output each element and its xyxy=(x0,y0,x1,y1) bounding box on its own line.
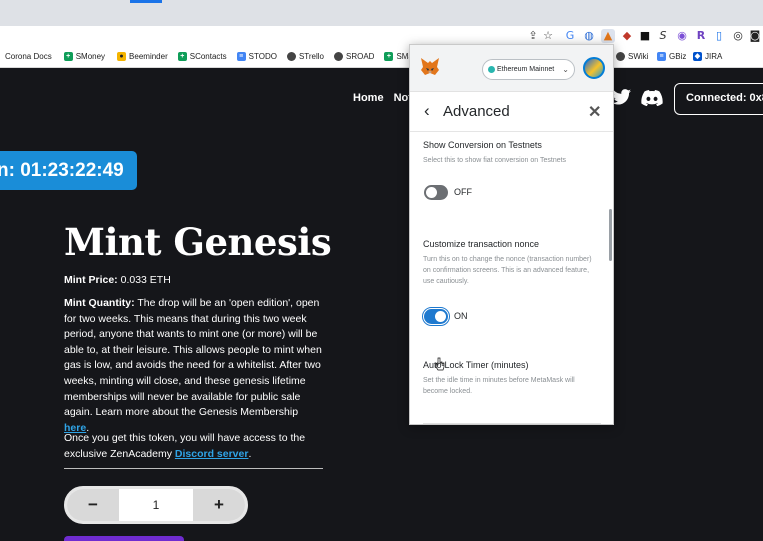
sheet-icon: + xyxy=(177,52,187,61)
bookmark-label: JIRA xyxy=(705,52,723,61)
bookmark-smoney[interactable]: + SMoney xyxy=(63,52,106,61)
sheet-icon: + xyxy=(63,52,73,61)
mint-price-value: 0.033 ETH xyxy=(120,274,171,286)
countdown-timer: n: 01:23:22:49 xyxy=(0,151,137,190)
decrement-button[interactable]: − xyxy=(67,489,119,521)
show-conversion-state: OFF xyxy=(454,187,472,197)
shield-icon[interactable]: ◆ xyxy=(620,29,634,43)
sheet-icon: + xyxy=(384,52,394,61)
mint-button[interactable] xyxy=(64,536,184,541)
quantity-stepper: − 1 + xyxy=(64,486,248,524)
extension-icon[interactable]: ◍ xyxy=(582,29,596,43)
o-icon[interactable]: ◎ xyxy=(731,29,745,43)
bookmark-label: SMoney xyxy=(75,52,106,61)
countdown-text: n: 01:23:22:49 xyxy=(0,160,124,181)
toggle-knob xyxy=(435,311,446,322)
bookmark-label: SContacts xyxy=(189,52,227,61)
bookmark-label: STODO xyxy=(248,52,277,61)
bee-icon: ● xyxy=(117,52,127,61)
custom-nonce-toggle[interactable] xyxy=(422,307,450,326)
description-text: The drop will be an 'open edition', open… xyxy=(64,297,322,419)
share-icon[interactable]: ⇪ xyxy=(526,29,540,43)
bookmark-stodo[interactable]: ≡ STODO xyxy=(236,52,277,61)
google-icon[interactable]: G xyxy=(563,29,577,43)
bookmarks-bar: Corona Docs + SMoney ● Beeminder + SContact… xyxy=(0,46,763,68)
network-status-icon xyxy=(488,66,495,73)
setting-desc-show-conversion: Select this to show fiat conversion on T… xyxy=(423,157,567,164)
nav-home[interactable]: Home xyxy=(353,92,384,104)
show-conversion-toggle[interactable] xyxy=(424,185,448,200)
settings-title-bar: ‹ Advanced ✕ xyxy=(410,92,613,132)
browser-tab-strip xyxy=(0,0,763,26)
metamask-icon[interactable]: ▲ xyxy=(601,29,615,43)
quantity-value[interactable]: 1 xyxy=(119,489,193,521)
bookmark-corona-docs[interactable]: Corona Docs xyxy=(5,52,52,61)
globe-icon xyxy=(286,52,296,61)
mint-price-label: Mint Price: xyxy=(64,274,118,286)
metamask-fox-icon xyxy=(421,58,439,75)
doc-icon: ≡ xyxy=(657,52,666,61)
site-nav: Home Not xyxy=(353,92,412,104)
bookmark-label: SWiki xyxy=(628,52,649,61)
divider xyxy=(64,468,323,469)
network-name: Ethereum Mainnet xyxy=(497,66,555,73)
page-title: Mint Genesis xyxy=(64,220,332,264)
setting-desc-custom-nonce: Turn this on to change the nonce (transa… xyxy=(423,256,592,285)
browser-toolbar: G ⇪ ☆ ◍ ▲ ◆ ■ S ◉ R ▯ ◎ ◙ xyxy=(0,26,763,46)
close-icon[interactable]: ✕ xyxy=(588,102,601,122)
dark-icon[interactable]: ■ xyxy=(638,29,652,43)
metamask-popup: Ethereum Mainnet ⌄ ‹ Advanced ✕ Show Con… xyxy=(409,44,614,425)
active-tab-indicator xyxy=(130,0,162,3)
setting-title-auto-lock: Auto-Lock Timer (minutes) xyxy=(423,360,529,370)
setting-title-show-conversion: Show Conversion on Testnets xyxy=(423,140,542,150)
globe-icon xyxy=(616,52,625,61)
dapp-page: Home Not Connected: 0x8a n: 01:23:22:49 … xyxy=(0,68,763,541)
twitter-icon[interactable] xyxy=(612,89,631,105)
metamask-header: Ethereum Mainnet ⌄ xyxy=(410,45,613,92)
bookmark-sroad[interactable]: SROAD xyxy=(334,52,374,61)
account-avatar[interactable] xyxy=(583,57,605,79)
jira-icon: ◆ xyxy=(693,52,702,61)
s-icon[interactable]: S xyxy=(656,29,670,43)
connected-wallet-button[interactable]: Connected: 0x8a xyxy=(674,83,763,115)
bookmark-swiki[interactable]: SWiki xyxy=(616,52,648,61)
bookmark-beeminder[interactable]: ● Beeminder xyxy=(117,52,168,61)
divider xyxy=(423,423,601,424)
file-icon[interactable]: ▯ xyxy=(712,29,726,43)
advanced-settings-list: Show Conversion on Testnets Select this … xyxy=(410,133,613,424)
increment-button[interactable]: + xyxy=(193,489,245,521)
settings-page-title: Advanced xyxy=(443,103,510,120)
settings-scrollbar[interactable] xyxy=(609,209,612,261)
setting-desc-auto-lock: Set the idle time in minutes before Meta… xyxy=(423,377,575,395)
custom-nonce-state: ON xyxy=(454,311,468,321)
mint-price: Mint Price: 0.033 ETH xyxy=(64,274,171,286)
doc-icon: ≡ xyxy=(236,52,246,61)
bookmark-gbiz[interactable]: ≡ GBiz xyxy=(657,52,686,61)
github-icon[interactable]: ◉ xyxy=(675,29,689,43)
bookmark-jira[interactable]: ◆ JIRA xyxy=(693,52,722,61)
globe-icon xyxy=(334,52,343,61)
bookmark-label: STrello xyxy=(298,52,324,61)
toggle-knob xyxy=(426,187,437,198)
discord-server-link[interactable]: Discord server xyxy=(175,448,249,460)
bookmark-strello[interactable]: STrello xyxy=(286,52,324,61)
discord-icon[interactable] xyxy=(641,90,663,106)
bookmark-label: SROAD xyxy=(346,52,375,61)
setting-title-custom-nonce: Customize transaction nonce xyxy=(423,239,540,249)
bookmark-scontacts[interactable]: + SContacts xyxy=(177,52,227,61)
mint-quantity-label: Mint Quantity: xyxy=(64,297,135,309)
chevron-down-icon: ⌄ xyxy=(562,65,569,74)
star-icon[interactable]: ☆ xyxy=(541,29,555,43)
r-icon[interactable]: R xyxy=(694,29,708,43)
back-arrow-icon[interactable]: ‹ xyxy=(424,101,430,121)
access-description: Once you get this token, you will have a… xyxy=(64,432,306,460)
camera-icon[interactable]: ◙ xyxy=(748,29,762,43)
bookmark-label: Corona Docs xyxy=(5,52,52,61)
network-selector[interactable]: Ethereum Mainnet ⌄ xyxy=(482,59,575,80)
bookmark-label: Beeminder xyxy=(129,52,168,61)
mint-quantity-description: Mint Quantity: The drop will be an 'open… xyxy=(64,297,322,434)
bookmark-label: GBiz xyxy=(669,52,687,61)
